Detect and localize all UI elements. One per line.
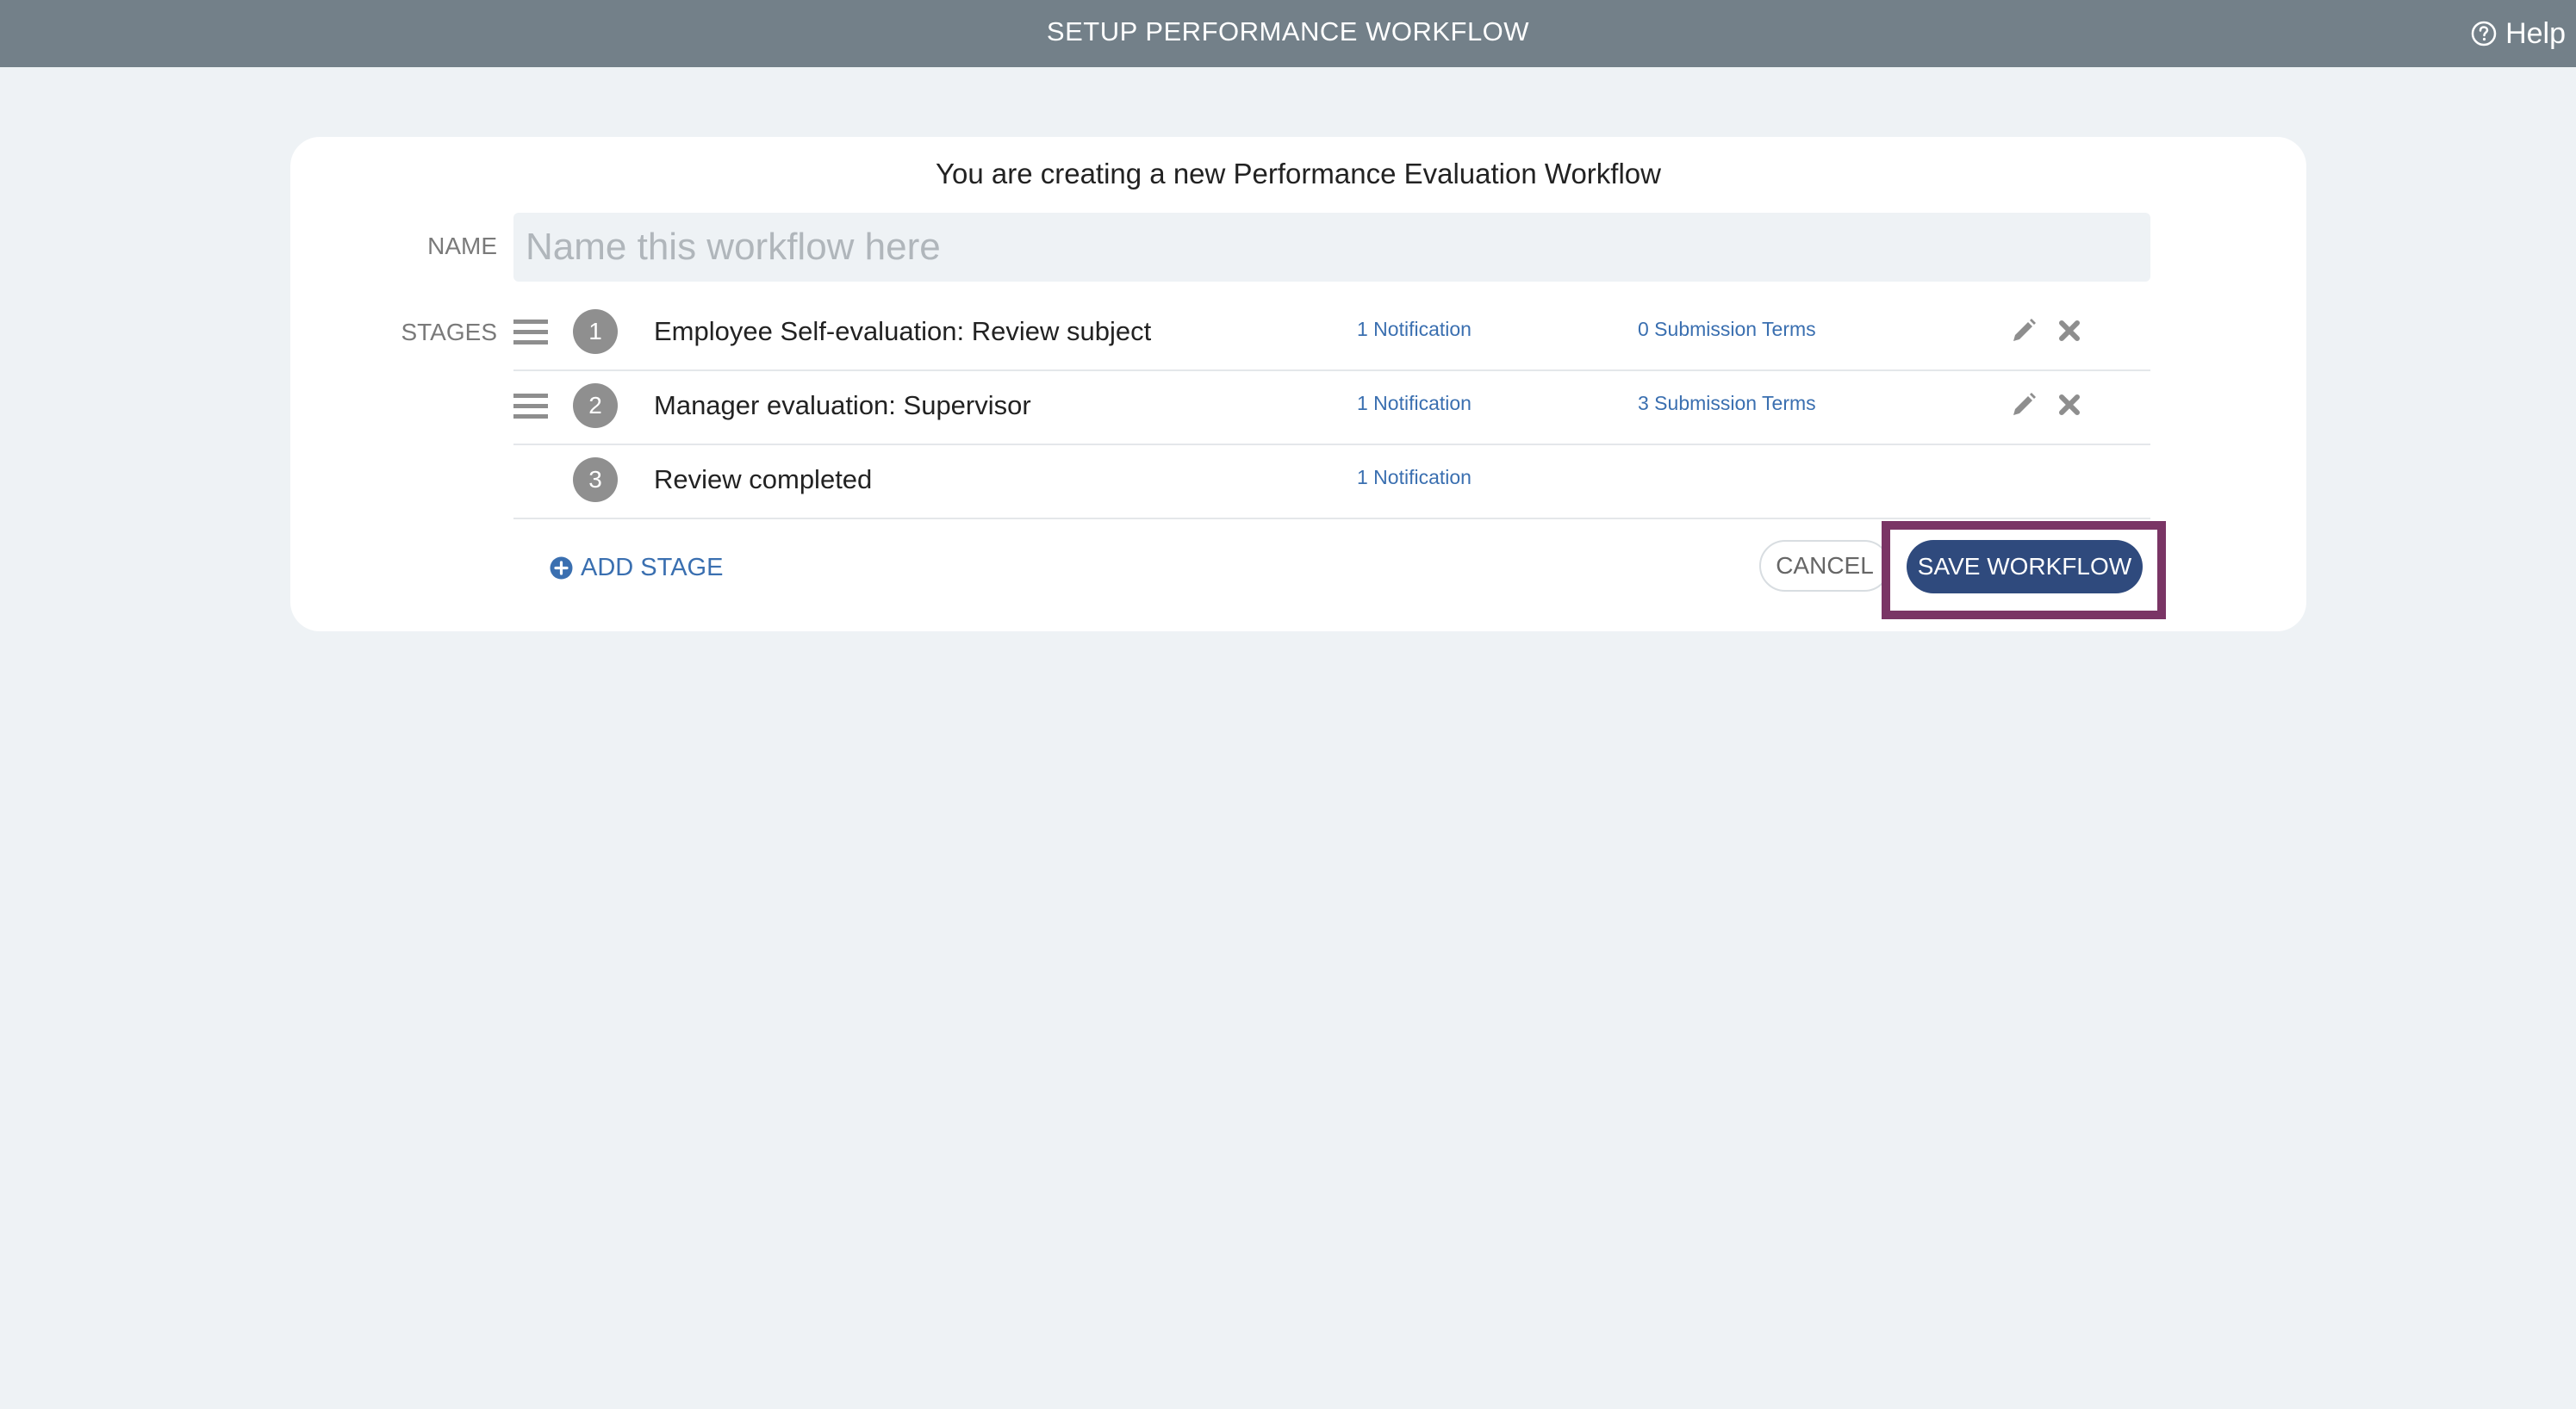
stage-submission-terms-link[interactable]: 0 Submission Terms — [1638, 318, 1816, 341]
question-circle-icon — [2471, 21, 2497, 47]
stage-row: 3 Review completed 1 Notification — [513, 444, 2150, 519]
page-title: SETUP PERFORMANCE WORKFLOW — [1046, 16, 1530, 47]
plus-circle-icon — [550, 556, 573, 580]
pencil-icon[interactable] — [2009, 390, 2038, 419]
stage-notifications-link[interactable]: 1 Notification — [1357, 466, 1472, 489]
stage-row: 1 Employee Self-evaluation: Review subje… — [513, 295, 2150, 371]
stage-row: 2 Manager evaluation: Supervisor 1 Notif… — [513, 369, 2150, 445]
close-icon[interactable] — [2055, 390, 2084, 419]
close-icon[interactable] — [2055, 316, 2084, 345]
workflow-form-card: You are creating a new Performance Evalu… — [290, 137, 2306, 631]
stage-name: Review completed — [654, 464, 873, 494]
save-workflow-button[interactable]: SAVE WORKFLOW — [1907, 540, 2143, 593]
stage-name: Manager evaluation: Supervisor — [654, 390, 1031, 420]
stage-number-badge: 2 — [573, 383, 618, 428]
pencil-icon[interactable] — [2009, 316, 2038, 345]
stage-number-badge: 3 — [573, 457, 618, 502]
help-link[interactable]: Help — [2471, 0, 2566, 67]
help-label: Help — [2505, 16, 2566, 50]
name-label: NAME — [427, 233, 497, 259]
stage-notifications-link[interactable]: 1 Notification — [1357, 392, 1472, 415]
cancel-button[interactable]: CANCEL — [1759, 540, 1890, 592]
add-stage-button[interactable]: ADD STAGE — [550, 554, 723, 582]
stage-submission-terms-link[interactable]: 3 Submission Terms — [1638, 392, 1816, 415]
stage-notifications-link[interactable]: 1 Notification — [1357, 318, 1472, 341]
stage-name: Employee Self-evaluation: Review subject — [654, 316, 1152, 346]
stage-number-badge: 1 — [573, 309, 618, 354]
form-heading: You are creating a new Performance Evalu… — [936, 158, 1661, 189]
add-stage-label: ADD STAGE — [581, 554, 724, 581]
workflow-name-input[interactable] — [513, 213, 2150, 282]
drag-handle-icon[interactable] — [513, 394, 548, 419]
drag-handle-icon[interactable] — [513, 320, 548, 345]
top-bar: SETUP PERFORMANCE WORKFLOW Help — [0, 0, 2576, 67]
stages-label: STAGES — [401, 319, 497, 345]
